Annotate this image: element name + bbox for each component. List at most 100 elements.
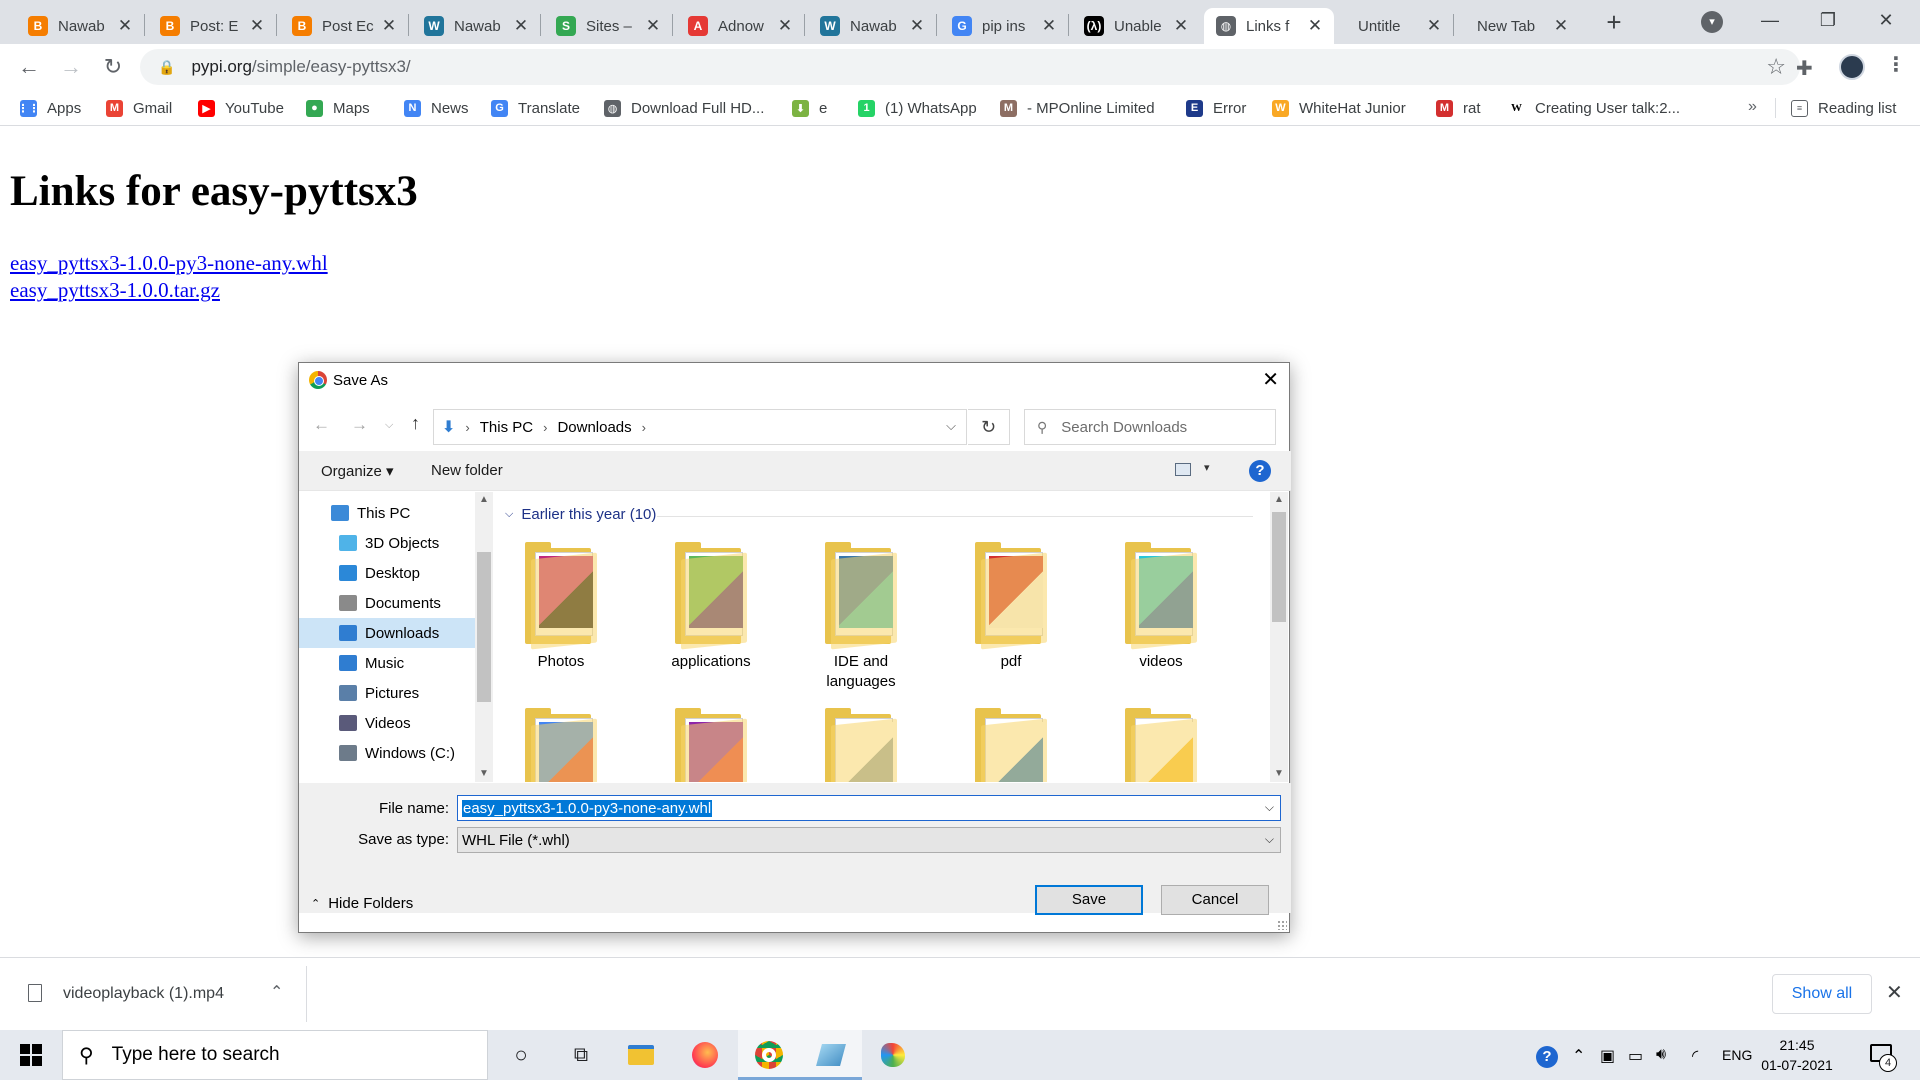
- browser-tab[interactable]: W Nawab ✕: [808, 8, 936, 44]
- bookmark-item[interactable]: E Error: [1186, 97, 1246, 119]
- browser-tab[interactable]: Untitle ✕: [1336, 8, 1453, 44]
- nav-item-downloads[interactable]: Downloads: [299, 618, 475, 648]
- taskbar-clock[interactable]: 21:45 01-07-2021: [1752, 1035, 1842, 1075]
- nav-item-pictures[interactable]: Pictures: [299, 678, 475, 708]
- browser-tab[interactable]: S Sites – ✕: [544, 8, 672, 44]
- targz-download-link[interactable]: easy_pyttsx3-1.0.0.tar.gz: [10, 278, 220, 303]
- browser-tab[interactable]: B Nawab ✕: [16, 8, 144, 44]
- windows-start-icon[interactable]: [20, 1044, 42, 1066]
- folder-tile[interactable]: Photos: [501, 542, 621, 672]
- save-as-type-dropdown-icon[interactable]: ⌵: [1265, 832, 1274, 847]
- help-tray-icon[interactable]: ?: [1536, 1046, 1558, 1068]
- breadcrumb-this-pc[interactable]: This PC: [480, 419, 533, 436]
- scroll-down-icon[interactable]: ▼: [475, 766, 493, 782]
- show-all-button[interactable]: Show all: [1772, 974, 1872, 1014]
- scroll-down-icon[interactable]: ▼: [1270, 766, 1288, 782]
- dialog-breadcrumb[interactable]: ⬇ › This PC › Downloads › ⌵: [433, 409, 967, 445]
- nav-item-windows-c[interactable]: Windows (C:): [299, 738, 475, 768]
- folder-tile[interactable]: [501, 708, 621, 782]
- bookmark-star-icon[interactable]: ☆: [1766, 54, 1786, 80]
- dialog-back-icon[interactable]: ←: [313, 415, 330, 435]
- folder-tile[interactable]: [951, 708, 1071, 782]
- navigation-scroll-thumb[interactable]: [477, 552, 491, 702]
- tab-close-icon[interactable]: ✕: [1172, 16, 1190, 36]
- tab-search-button[interactable]: ▾: [1701, 11, 1723, 33]
- extensions-puzzle-icon[interactable]: ✚: [1796, 56, 1813, 81]
- volume-icon[interactable]: 🔊︎: [1656, 1046, 1666, 1064]
- recent-locations-chevron-icon[interactable]: ⌵: [385, 419, 393, 432]
- bookmark-item[interactable]: 1 (1) WhatsApp: [858, 97, 977, 119]
- tab-close-icon[interactable]: ✕: [644, 16, 662, 36]
- new-tab-button[interactable]: +: [1599, 8, 1629, 38]
- taskbar-search[interactable]: ⚲ Type here to search: [62, 1030, 488, 1080]
- bookmark-item[interactable]: N News: [404, 97, 469, 119]
- file-name-dropdown-icon[interactable]: ⌵: [1265, 800, 1274, 815]
- save-as-type-select[interactable]: WHL File (*.whl) ⌵: [457, 827, 1281, 853]
- browser-tab[interactable]: B Post: E ✕: [148, 8, 276, 44]
- nav-item-3d-objects[interactable]: 3D Objects: [299, 528, 475, 558]
- bookmark-item[interactable]: ▶ YouTube: [198, 97, 284, 119]
- hide-folders-toggle[interactable]: ⌃ Hide Folders: [311, 895, 413, 912]
- cortana-icon[interactable]: ○: [506, 1040, 536, 1070]
- browser-tab[interactable]: New Tab ✕: [1455, 8, 1580, 44]
- tab-close-icon[interactable]: ✕: [380, 16, 398, 36]
- tab-close-icon[interactable]: ✕: [1040, 16, 1058, 36]
- dialog-refresh-icon[interactable]: ↻: [968, 409, 1010, 445]
- resize-grip-icon[interactable]: [1277, 920, 1287, 930]
- battery-icon[interactable]: ▭: [1628, 1046, 1643, 1066]
- reload-icon[interactable]: ↻: [98, 52, 128, 82]
- browser-tab[interactable]: (λ) Unable ✕: [1072, 8, 1200, 44]
- breadcrumb-downloads[interactable]: Downloads: [557, 419, 631, 436]
- cancel-button[interactable]: Cancel: [1161, 885, 1269, 915]
- save-button[interactable]: Save: [1035, 885, 1143, 915]
- view-options-chevron-icon[interactable]: ▾: [1204, 461, 1210, 474]
- scroll-up-icon[interactable]: ▲: [475, 492, 493, 508]
- organize-menu[interactable]: Organize ▾: [321, 462, 394, 480]
- folder-tile[interactable]: IDE and languages: [801, 542, 921, 692]
- forward-arrow-icon[interactable]: →: [56, 52, 86, 82]
- browser-tab[interactable]: B Post Ec ✕: [280, 8, 408, 44]
- window-close-button[interactable]: ✕: [1858, 4, 1914, 36]
- browser-tab[interactable]: W Nawab ✕: [412, 8, 540, 44]
- back-arrow-icon[interactable]: ←: [14, 52, 44, 82]
- notepad-app-icon[interactable]: [816, 1040, 846, 1070]
- bookmark-item[interactable]: Mrat: [1436, 97, 1481, 119]
- close-shelf-icon[interactable]: ✕: [1886, 980, 1903, 1005]
- bookmark-item[interactable]: M - MPOnline Limited: [1000, 97, 1155, 119]
- dialog-search[interactable]: ⚲: [1024, 409, 1276, 445]
- restore-button[interactable]: ❐: [1800, 4, 1856, 36]
- folder-tile[interactable]: [651, 708, 771, 782]
- download-options-chevron-icon[interactable]: ⌃: [270, 982, 283, 1002]
- reading-list-button[interactable]: ≡ Reading list: [1791, 97, 1896, 119]
- nav-item-videos[interactable]: Videos: [299, 708, 475, 738]
- up-folder-icon[interactable]: ↑: [411, 413, 420, 434]
- bookmarks-overflow-chevron[interactable]: »: [1748, 98, 1757, 116]
- folder-tile[interactable]: pdf: [951, 542, 1071, 672]
- folder-tile[interactable]: [1101, 708, 1221, 782]
- file-name-field[interactable]: easy_pyttsx3-1.0.0-py3-none-any.whl ⌵: [457, 795, 1281, 821]
- whl-download-link[interactable]: easy_pyttsx3-1.0.0-py3-none-any.whl: [10, 251, 328, 276]
- wifi-icon[interactable]: ◜: [1692, 1046, 1698, 1066]
- tab-close-icon[interactable]: ✕: [908, 16, 926, 36]
- address-dropdown-icon[interactable]: ⌵: [946, 418, 956, 434]
- bookmark-item[interactable]: W WhiteHat Junior: [1272, 97, 1406, 119]
- folder-tile[interactable]: videos: [1101, 542, 1221, 672]
- bookmark-item[interactable]: ◍ Download Full HD...: [604, 97, 764, 119]
- paint-app-icon[interactable]: [878, 1040, 908, 1070]
- meet-now-icon[interactable]: ▣: [1600, 1046, 1615, 1066]
- tab-close-icon[interactable]: ✕: [512, 16, 530, 36]
- tab-close-icon[interactable]: ✕: [776, 16, 794, 36]
- new-folder-button[interactable]: New folder: [431, 462, 503, 479]
- browser-tab[interactable]: ◍ Links f ✕: [1204, 8, 1334, 44]
- tab-close-icon[interactable]: ✕: [116, 16, 134, 36]
- nav-item-this-pc[interactable]: This PC: [299, 498, 475, 528]
- tab-close-icon[interactable]: ✕: [1425, 16, 1443, 36]
- files-scrollbar[interactable]: ▲ ▼: [1270, 492, 1288, 782]
- download-item-name[interactable]: videoplayback (1).mp4: [63, 985, 224, 1003]
- address-bar[interactable]: 🔒 pypi.org/simple/easy-pyttsx3/ ☆: [140, 49, 1800, 85]
- search-downloads-input[interactable]: [1061, 418, 1262, 436]
- scroll-up-icon[interactable]: ▲: [1270, 492, 1288, 508]
- more-menu-icon[interactable]: ⋮: [1886, 52, 1906, 77]
- navigation-scrollbar[interactable]: ▲ ▼: [475, 492, 493, 782]
- change-view-icon[interactable]: [1175, 463, 1191, 476]
